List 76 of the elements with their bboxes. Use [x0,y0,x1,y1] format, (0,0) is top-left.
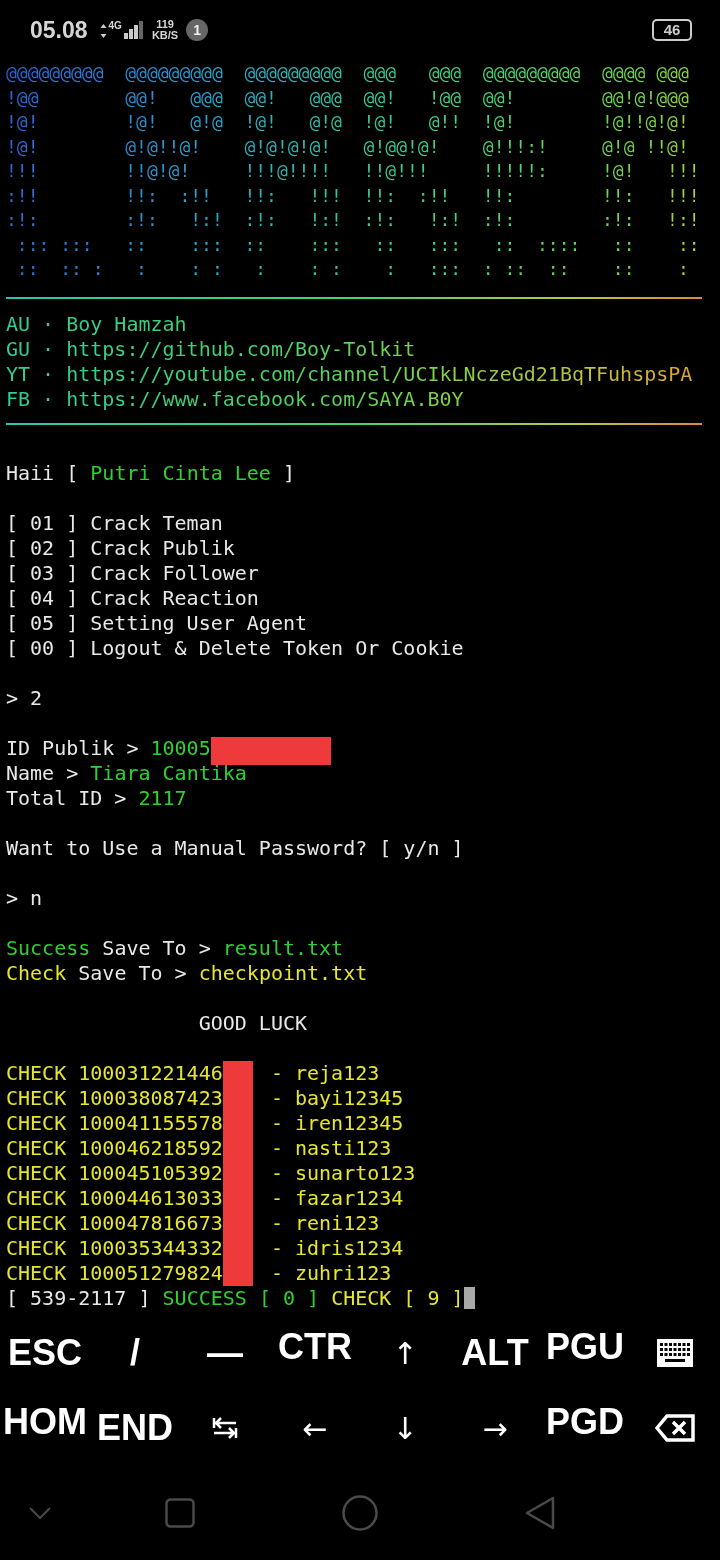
terminal-text: Want to Use a Manual Password? [ y/n ] [6,835,464,861]
terminal-text: CHECK 100035344332 [6,1235,223,1261]
notification-badge: 1 [186,19,209,41]
terminal-text: - zuhri123 [269,1260,392,1286]
backspace-icon[interactable] [655,1414,695,1442]
terminal-text: Putri Cinta Lee [90,460,271,486]
terminal-text: CHECK 100051279824 [6,1260,223,1286]
arrow-key[interactable]: ← [270,1390,360,1466]
terminal-text: 10005 [150,735,211,761]
recent-apps-icon[interactable] [165,1498,195,1528]
terminal-text: [ 539-2117 ] [6,1285,152,1311]
home-icon[interactable] [342,1495,378,1531]
terminal-text: GOOD LUCK [198,1010,308,1036]
terminal-text: - sunarto123 [269,1160,416,1186]
key-button[interactable]: HOM [0,1390,90,1466]
signal-icon [123,21,144,39]
keyboard-icon[interactable] [656,1338,694,1368]
terminal-text: CHECK [ 9 ] [331,1285,464,1311]
terminal-text: > 2 [6,685,43,711]
terminal-text: CHECK 100031221446 [6,1060,223,1086]
terminal-text: SUCCESS [ 0 ] [162,1285,321,1311]
data-arrows-icon [99,23,107,39]
terminal-text: CHECK 100044613033 [6,1185,223,1211]
terminal-text: - idris1234 [269,1235,404,1261]
terminal-text: Save To > [101,935,212,961]
terminal-text: - nasti123 [269,1135,392,1161]
terminal-text: CHECK 100038087423 [6,1085,223,1111]
terminal-text: - reni123 [269,1210,380,1236]
terminal-text: - iren12345 [269,1110,404,1136]
key-button[interactable]: PGU [540,1315,630,1391]
terminal-text: [ 02 ] Crack Publik [6,535,235,561]
terminal-text: [ 05 ] Setting User Agent [6,610,308,636]
terminal-text: - bayi12345 [269,1085,404,1111]
network-speed: 119 KB/S [151,19,179,41]
key-button[interactable]: CTR [270,1315,360,1391]
terminal-text: CHECK 100045105392 [6,1160,223,1186]
arrow-key[interactable]: ↓ [360,1390,450,1466]
terminal-text: CHECK 100041155578 [6,1110,223,1136]
terminal-text: - reja123 [269,1060,380,1086]
terminal-text: ] [281,460,295,486]
terminal-text: CHECK 100047816673 [6,1210,223,1236]
terminal-text: [ 03 ] Crack Follower [6,560,259,586]
terminal-text: - fazar1234 [269,1185,404,1211]
terminal-text: ID Publik > [6,735,140,761]
terminal-text: CHECK 100046218592 [6,1135,223,1161]
terminal-text: Haii [ [6,460,80,486]
terminal-text: Check [6,960,67,986]
terminal-cursor [463,1286,475,1309]
key-button[interactable]: — [180,1315,270,1391]
terminal-text: Tiara Cantika [90,760,247,786]
chevron-down-icon[interactable] [28,1506,52,1520]
redaction-bar [222,1060,253,1086]
key-button[interactable]: END [90,1390,180,1466]
terminal-text: Save To > [77,960,188,986]
key-button[interactable]: PGD [540,1390,630,1466]
terminal-text: checkpoint.txt [198,960,368,986]
key-button[interactable]: ESC [0,1315,90,1391]
arrow-key[interactable]: → [450,1390,540,1466]
terminal-text: > n [6,885,43,911]
terminal-text: 2117 [138,785,187,811]
tab-icon[interactable] [212,1417,238,1439]
arrow-key[interactable]: ↑ [360,1315,450,1391]
terminal-text: Name > [6,760,80,786]
terminal-text: [ 01 ] Crack Teman [6,510,223,536]
terminal-text: [ 04 ] Crack Reaction [6,585,259,611]
battery-indicator: 46 [652,19,692,41]
clock: 05.08 [30,16,88,44]
key-button[interactable]: / [90,1315,180,1391]
redaction-bar [222,1260,253,1286]
terminal-text: Success [6,935,91,961]
back-icon[interactable] [525,1496,555,1530]
terminal-text: result.txt [222,935,344,961]
terminal-text: [ 00 ] Logout & Delete Token Or Cookie [6,635,464,661]
network-type: 4G [108,21,122,31]
terminal-text: Total ID > [6,785,128,811]
key-button[interactable]: ALT [450,1315,540,1391]
